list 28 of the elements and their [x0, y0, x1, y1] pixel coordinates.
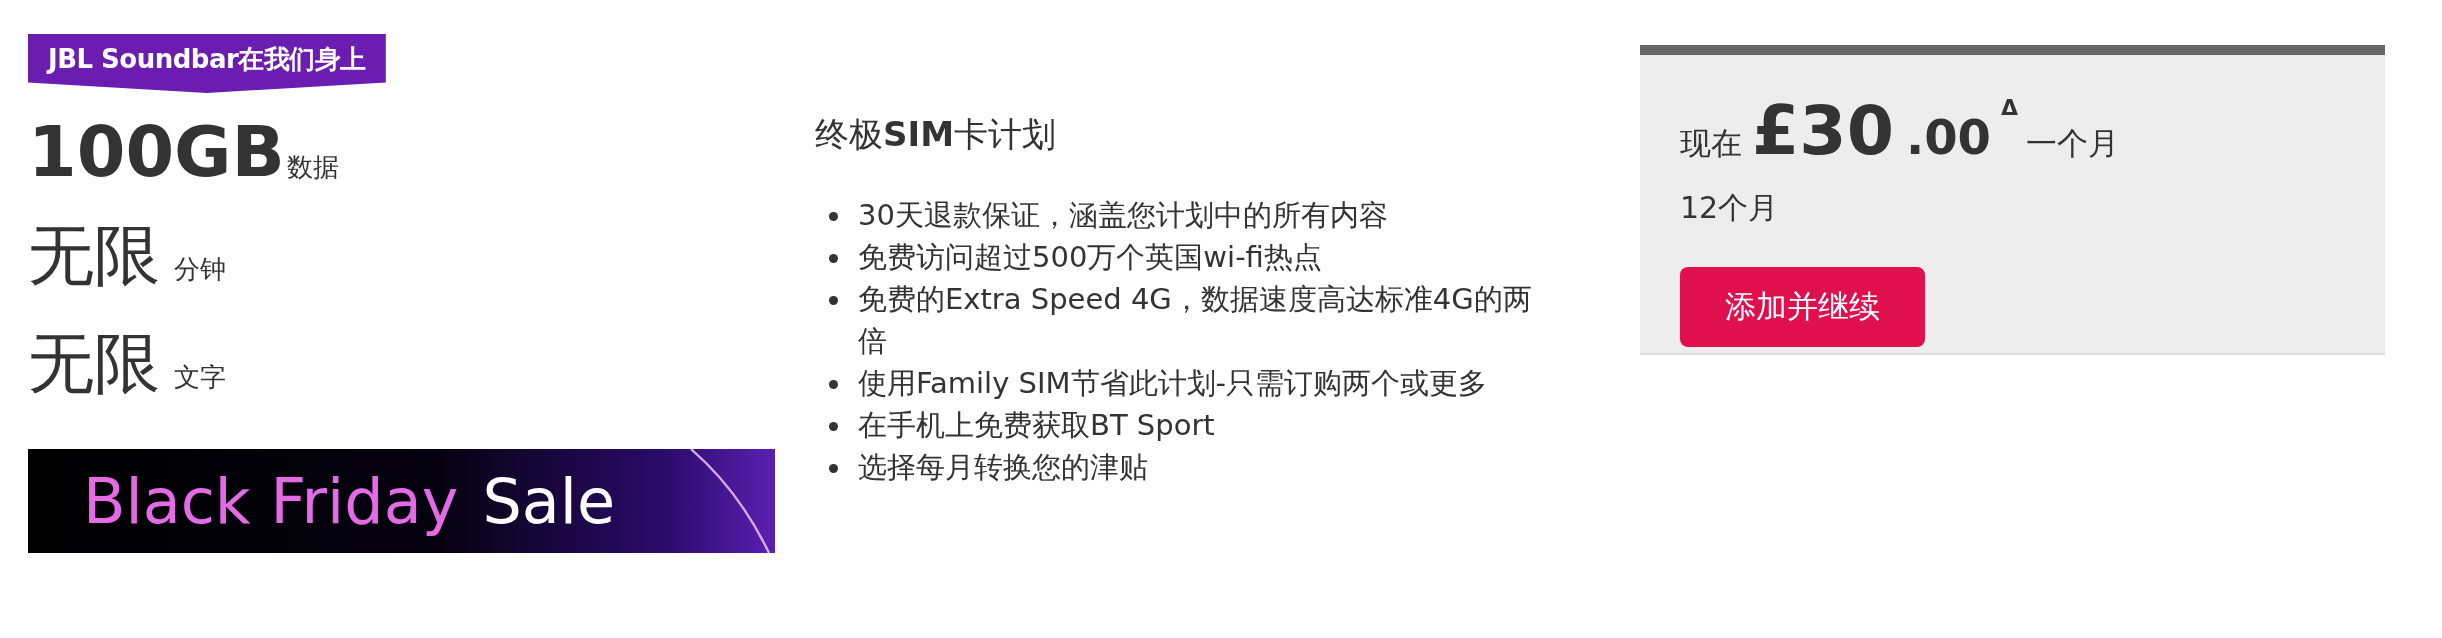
sale-banner: Black Friday Sale — [28, 449, 775, 553]
bullet-icon — [829, 212, 838, 221]
add-continue-button[interactable]: 添加并继续 — [1680, 267, 1925, 347]
footnote-mark: Δ — [2001, 95, 2018, 120]
allowance-amount: 无限 — [28, 216, 160, 296]
feature-text: 使用Family SIM节省此计划-只需订购两个或更多 — [858, 365, 1488, 402]
price-pence: .00 — [1905, 109, 1991, 165]
feature-text: 30天退款保证，涵盖您计划中的所有内容 — [858, 197, 1389, 234]
contract-term: 12个月 — [1680, 189, 1780, 227]
bullet-icon — [829, 464, 838, 473]
feature-text: 在手机上免费获取BT Sport — [858, 407, 1216, 444]
bullet-icon — [829, 254, 838, 263]
bullet-icon — [829, 296, 838, 305]
allowance-unit: 分钟 — [174, 253, 226, 286]
plan-title: 终极SIM卡计划 — [815, 113, 1057, 156]
offer-badge: JBL Soundbar在我们身上 — [28, 34, 386, 93]
allowance-unit: 数据 — [286, 151, 339, 184]
allowance-amount: 100GB — [28, 111, 285, 193]
price-period: 一个月 — [2026, 124, 2119, 163]
allowance-unit: 文字 — [174, 361, 226, 394]
price-amount: £30 — [1752, 91, 1894, 170]
bullet-icon — [829, 380, 838, 389]
bullet-icon — [829, 422, 838, 431]
feature-text: 选择每月转换您的津贴 — [858, 449, 1149, 486]
feature-text: 免费的Extra Speed 4G，数据速度高达标准4G的两倍 — [858, 281, 1533, 360]
allowance-amount: 无限 — [28, 324, 160, 404]
price-prefix: 现在 — [1680, 124, 1742, 163]
feature-text: 免费访问超过500万个英国wi-fi热点 — [858, 239, 1323, 276]
